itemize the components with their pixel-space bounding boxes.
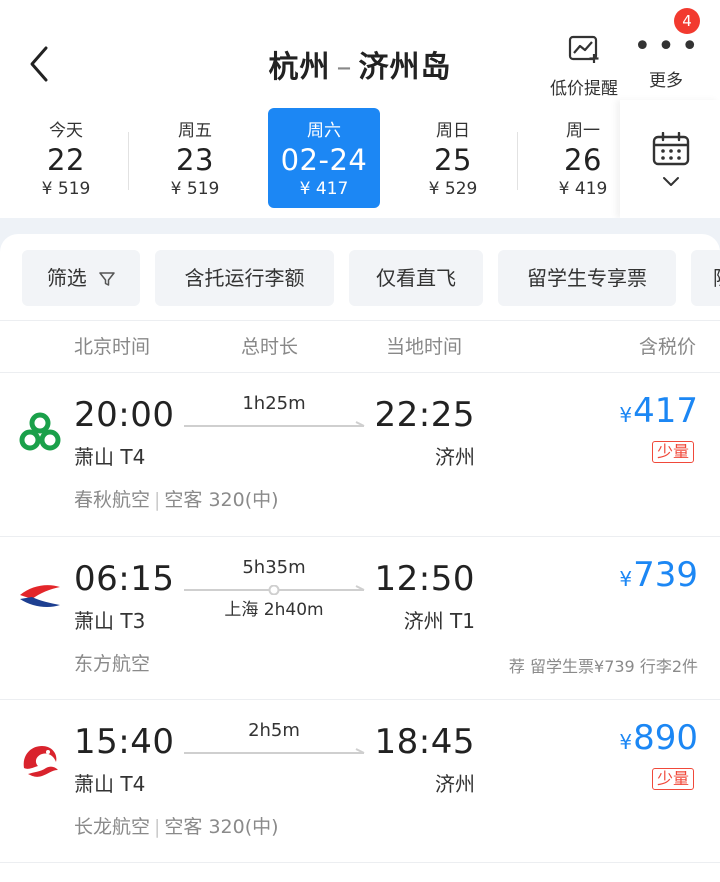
flight-price: ¥417 [619,391,698,431]
route-line-with-stop [184,585,365,595]
col-beijing-time: 北京时间 [74,336,151,358]
calendar-icon [652,132,690,166]
flight-duration: 1h25m [242,393,306,414]
route-separator: – [336,50,353,85]
more-button[interactable]: ••• 更多 [626,29,706,92]
airline-name: 春秋航空 [74,489,151,511]
flight-price: ¥890 [619,718,698,758]
arrival-time: 12:50 [374,559,475,599]
flight-row[interactable]: 15:40 萧山 T4 2h5m 18:45 济州 ¥890 少量 长龙航空 | 空… [0,700,720,863]
flight-row[interactable]: 06:15 萧山 T3 5h35m 上海 2h40m 12:50 济州 T1 ¥… [0,537,720,700]
divider [0,862,720,863]
departure-airport: 萧山 T3 [74,609,146,633]
arrival-airport: 济州 T1 [403,609,475,633]
departure-airport: 萧山 T4 [74,772,146,796]
date-option-sun[interactable]: 周日 25 ¥ 529 [397,108,509,208]
more-dots-icon: ••• [633,29,705,64]
divider [0,320,720,321]
loong-air-logo-icon [23,746,58,777]
departure-airport: 萧山 T4 [74,445,146,469]
airline-name: 东方航空 [74,653,151,675]
departure-time: 20:00 [74,395,175,435]
price-alert-label: 低价提醒 [550,79,618,99]
price-value: 417 [633,391,698,431]
flight-duration: 5h35m [242,557,306,578]
recommendation-note: 荐 留学生票¥739 行李2件 [508,657,698,676]
chevron-down-icon [663,177,679,186]
col-local-time: 当地时间 [386,336,463,358]
date-option-sat-selected[interactable]: 周六 02-24 ¥ 417 [268,108,380,208]
calendar-button[interactable] [620,100,720,218]
filter-funnel-icon [99,272,115,286]
col-price: 含税价 [638,336,696,358]
price-alert-button[interactable]: 低价提醒 [544,34,624,99]
date-divider [128,132,129,190]
more-label: 更多 [649,71,683,91]
date-divider [517,132,518,190]
departure-time: 06:15 [74,559,175,599]
china-eastern-logo-icon [20,585,60,607]
date-option-today[interactable]: 今天 22 ¥ 519 [10,108,122,208]
date-day: 23 [176,143,214,177]
date-price: ¥ 519 [170,179,220,199]
date-weekday: 周五 [178,121,212,141]
top-bar: 杭州 – 济州岛 低价提醒 ••• 更多 4 [0,0,720,100]
currency-symbol: ¥ [619,403,633,427]
route-line [184,421,365,427]
arrival-airport: 济州 [435,445,475,469]
airline-name: 长龙航空 [74,816,151,838]
notification-badge: 4 [674,8,700,34]
spring-airlines-logo-icon [19,412,61,451]
flight-meta: 春秋航空 | 空客 320(中) [74,489,279,511]
date-price: ¥ 417 [299,179,349,199]
price-alert-icon [568,35,599,63]
price-value: 890 [633,718,698,758]
chip-partially-visible[interactable]: 隐 [691,250,720,306]
date-price: ¥ 519 [41,179,91,199]
aircraft-type: 空客 320(中) [164,489,279,511]
currency-symbol: ¥ [619,730,633,754]
date-weekday: 周六 [307,121,341,141]
flight-duration: 2h5m [248,720,300,741]
date-selector: 今天 22 ¥ 519 周五 23 ¥ 519 周六 02-24 ¥ 417 周… [0,100,720,218]
aircraft-type: 空客 320(中) [164,816,279,838]
date-day: 25 [434,143,472,177]
chip-baggage-included[interactable]: 含托运行李额 [155,250,334,306]
currency-symbol: ¥ [619,567,633,591]
stopover-info: 上海 2h40m [224,600,324,620]
route-line [184,748,365,754]
flight-row[interactable]: 20:00 萧山 T4 1h25m 22:25 济州 ¥417 少量 春秋航空 |… [0,373,720,536]
arrival-time: 18:45 [374,722,475,762]
column-headers: 北京时间 总时长 当地时间 含税价 [0,332,720,372]
arrival-airport: 济州 [435,772,475,796]
chip-student-fare[interactable]: 留学生专享票 [498,250,676,306]
flight-meta: 东方航空 [74,649,150,676]
date-price: ¥ 529 [428,179,478,199]
departure-time: 15:40 [74,722,175,762]
filter-button[interactable]: 筛选 [22,250,140,306]
price-value: 739 [633,555,698,595]
date-day: 22 [47,143,85,177]
date-weekday: 周日 [436,121,470,141]
limited-seats-tag: 少量 [651,768,694,790]
col-duration: 总时长 [241,336,299,358]
date-weekday: 今天 [49,121,83,141]
date-day: 02-24 [280,143,368,177]
flight-meta: 长龙航空 | 空客 320(中) [74,816,279,838]
filter-label: 筛选 [46,266,87,290]
filter-bar: 筛选 含托运行李额 仅看直飞 留学生专享票 隐 [0,250,720,306]
route-origin: 杭州 [268,50,331,85]
arrival-time: 22:25 [374,395,475,435]
chip-direct-only[interactable]: 仅看直飞 [349,250,483,306]
date-option-fri[interactable]: 周五 23 ¥ 519 [139,108,251,208]
flight-list-panel: 筛选 含托运行李额 仅看直飞 留学生专享票 隐 北京时间 总时长 当地时间 含税… [0,234,720,882]
flight-price: ¥739 [619,555,698,595]
limited-seats-tag: 少量 [651,441,694,463]
route-destination: 济州岛 [358,50,452,85]
